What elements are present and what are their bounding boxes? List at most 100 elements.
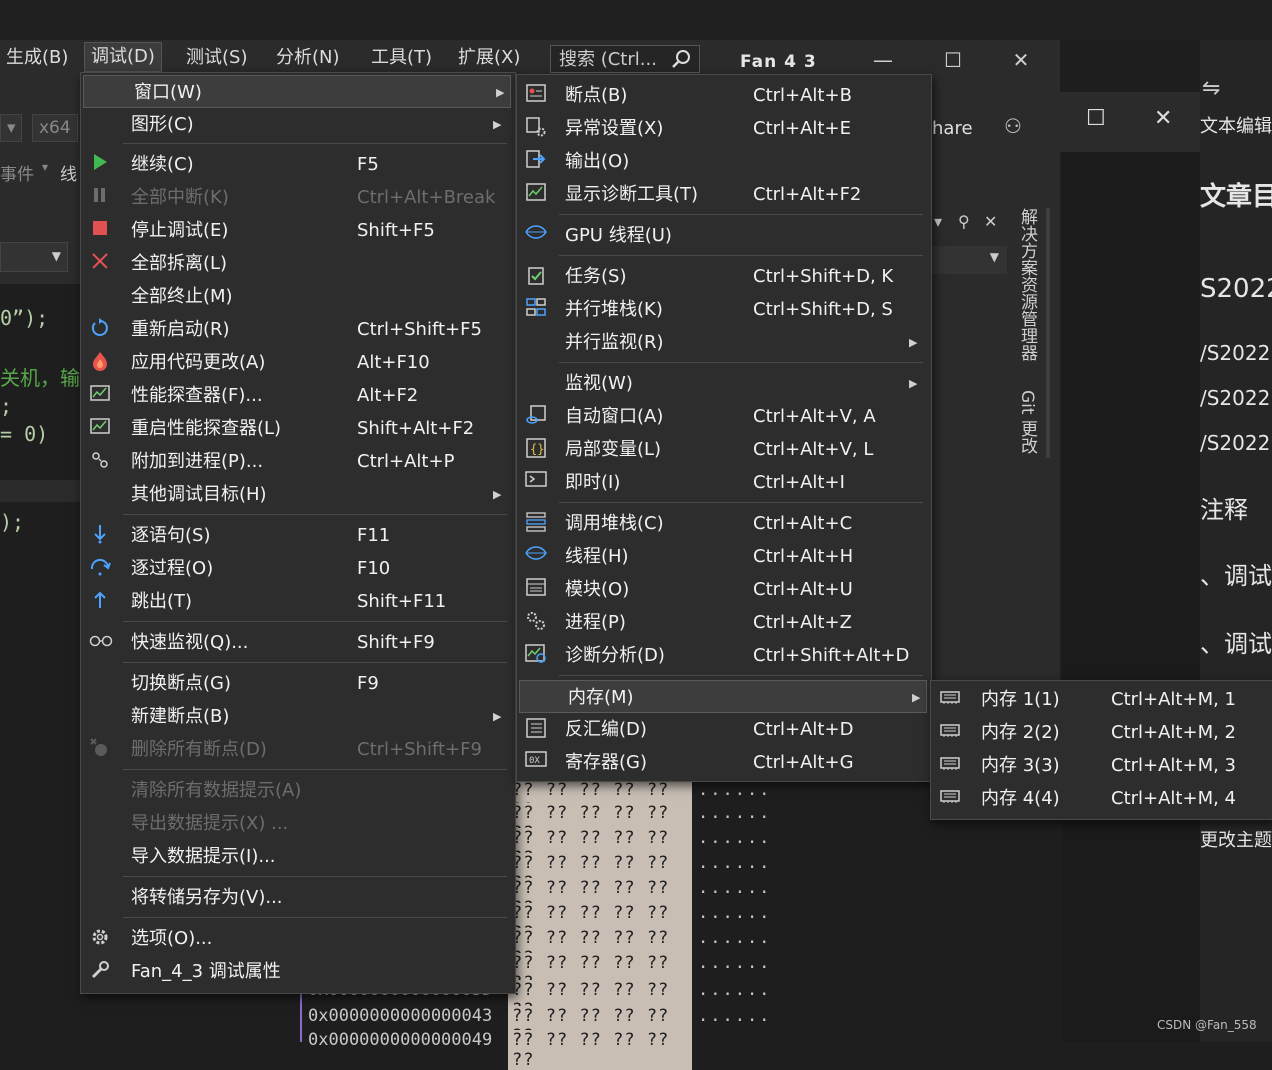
search-box[interactable]: 搜索 (Ctrl...	[550, 45, 700, 73]
memory-menu-item[interactable]: 内存 1(1) Ctrl+Alt+M, 1	[931, 683, 1271, 716]
window-menu-item[interactable]: {} 局部变量(L) Ctrl+Alt+V, L	[517, 433, 929, 466]
window-menu-item[interactable]: 模块(O) Ctrl+Alt+U	[517, 573, 929, 606]
window-menu-item[interactable]: 进程(P) Ctrl+Alt+Z	[517, 606, 929, 639]
window-menu-item[interactable]: 异常设置(X) Ctrl+Alt+E	[517, 112, 929, 145]
pin-icon[interactable]: ⚲	[958, 212, 970, 231]
debug-menu-item-shortcut: Shift+F9	[357, 632, 435, 653]
wrench-icon	[89, 960, 111, 982]
window-menu-item[interactable]: 内存(M) ▶	[519, 680, 927, 713]
debug-menu-item[interactable]: 新建断点(B) ▶	[81, 700, 513, 733]
debug-menu-item[interactable]: 附加到进程(P)... Ctrl+Alt+P	[81, 445, 513, 478]
menu-separator	[559, 362, 923, 363]
debug-menu-item-label: 窗口(W)	[134, 82, 202, 103]
tool-window-header: ▾ ⚲ ✕	[932, 212, 1012, 240]
window-menu-item[interactable]: 即时(I) Ctrl+Alt+I	[517, 466, 929, 499]
debug-menu-item: 导出数据提示(X) ...	[81, 807, 513, 840]
dropdown-arrow-icon[interactable]: ▾	[934, 212, 942, 231]
debug-menu-item[interactable]: 逐语句(S) F11	[81, 519, 513, 552]
debug-menu-item[interactable]: 全部终止(M)	[81, 280, 513, 313]
memory-menu-item-shortcut: Ctrl+Alt+M, 2	[1111, 722, 1236, 743]
menu-separator	[559, 255, 923, 256]
window-menu-item-label: 诊断分析(D)	[565, 645, 665, 666]
window-menu-item[interactable]: 反汇编(D) Ctrl+Alt+D	[517, 713, 929, 746]
window-menu-item[interactable]: 输出(O)	[517, 145, 929, 178]
tool-window-dropdown[interactable]: ▼	[932, 246, 1007, 274]
menu-tools[interactable]: 工具(T)	[365, 44, 438, 72]
swap-icon[interactable]: ⇋	[1202, 76, 1220, 101]
gpu-threads-icon	[525, 224, 547, 246]
modules-icon	[525, 578, 547, 600]
debug-menu-item[interactable]: 其他调试目标(H) ▶	[81, 478, 513, 511]
debug-menu-item[interactable]: Fan_4_3 调试属性	[81, 955, 513, 988]
platform-dropdown[interactable]: x64	[32, 114, 78, 142]
debug-menu-item[interactable]: 应用代码更改(A) Alt+F10	[81, 346, 513, 379]
window-menu-item[interactable]: 自动窗口(A) Ctrl+Alt+V, A	[517, 400, 929, 433]
feedback-icon[interactable]: ⚇	[1004, 114, 1022, 138]
maximize-icon[interactable]: ☐	[1086, 106, 1106, 131]
debug-menu-item[interactable]: 跳出(T) Shift+F11	[81, 585, 513, 618]
debug-menu-item[interactable]: 重启性能探查器(L) Shift+Alt+F2	[81, 412, 513, 445]
debug-menu-item-shortcut: Shift+F11	[357, 591, 447, 612]
window-menu-item[interactable]: 诊断分析(D) Ctrl+Shift+Alt+D	[517, 639, 929, 672]
window-menu-item[interactable]: 显示诊断工具(T) Ctrl+Alt+F2	[517, 178, 929, 211]
close-icon[interactable]: ✕	[1154, 106, 1172, 131]
debug-menu-item[interactable]: 导入数据提示(I)...	[81, 840, 513, 873]
menu-build[interactable]: 生成(B)	[0, 44, 74, 72]
close-icon[interactable]: ✕	[1006, 48, 1036, 72]
menu-debug[interactable]: 调试(D)	[84, 42, 162, 72]
code-editor[interactable]: 0”); 关机，输 ; = 0) );	[0, 284, 80, 1042]
share-label[interactable]: hare	[932, 118, 973, 139]
window-menu-item-shortcut: Ctrl+Alt+I	[753, 472, 845, 493]
debug-menu-item[interactable]: 停止调试(E) Shift+F5	[81, 214, 513, 247]
menu-analyze[interactable]: 分析(N)	[270, 44, 346, 72]
memory-ascii: ......	[698, 878, 772, 898]
window-menu-item[interactable]: 断点(B) Ctrl+Alt+B	[517, 79, 929, 112]
memory-row[interactable]: 0x0000000000000049 ?? ?? ?? ?? ?? ??	[302, 1030, 812, 1070]
submenu-arrow-icon: ▶	[912, 691, 921, 704]
debug-menu-item[interactable]: 选项(O)...	[81, 922, 513, 955]
debug-menu-item[interactable]: 切换断点(G) F9	[81, 667, 513, 700]
code-line: );	[0, 510, 25, 534]
window-menu-item[interactable]: 线程(H) Ctrl+Alt+H	[517, 540, 929, 573]
menu-separator	[559, 214, 923, 215]
debug-menu: 窗口(W) ▶ 图形(C) ▶ 继续(C) F5 全部中断(K) Ctrl+Alt+Break…	[80, 72, 516, 994]
side-tab-solution-explorer[interactable]: 解决方案资源管理器	[1017, 208, 1040, 361]
debug-menu-item[interactable]: 图形(C) ▶	[81, 108, 513, 141]
menu-extensions[interactable]: 扩展(X)	[452, 44, 526, 72]
side-tab-git-changes[interactable]: Git 更改	[1017, 390, 1040, 454]
debug-menu-item[interactable]: 全部拆离(L)	[81, 247, 513, 280]
article-toc-title: 文章目	[1200, 182, 1272, 212]
window-menu-item-label: 监视(W)	[565, 373, 633, 394]
window-menu-item-shortcut: Ctrl+Alt+F2	[753, 184, 862, 205]
window-menu-item[interactable]: 监视(W) ▶	[517, 367, 929, 400]
window-menu-item[interactable]: 并行堆栈(K) Ctrl+Shift+D, S	[517, 293, 929, 326]
diagnostic-analysis-icon	[525, 644, 547, 666]
maximize-icon[interactable]: ☐	[938, 48, 968, 72]
memory-menu-item[interactable]: 内存 2(2) Ctrl+Alt+M, 2	[931, 716, 1271, 749]
close-icon[interactable]: ✕	[984, 212, 997, 231]
debug-menu-item[interactable]: 逐过程(O) F10	[81, 552, 513, 585]
debug-menu-item[interactable]: 重新启动(R) Ctrl+Shift+F5	[81, 313, 513, 346]
memory-row[interactable]: 0x0000000000000043?? ?? ?? ?? ?? ??.....…	[302, 1006, 812, 1046]
play-icon	[89, 153, 111, 175]
submenu-arrow-icon: ▶	[909, 336, 918, 349]
window-menu-item[interactable]: 并行监视(R) ▶	[517, 326, 929, 359]
window-menu-item[interactable]: GPU 线程(U)	[517, 219, 929, 252]
debug-menu-item[interactable]: 性能探查器(F)... Alt+F2	[81, 379, 513, 412]
memory-menu-item[interactable]: 内存 4(4) Ctrl+Alt+M, 4	[931, 782, 1271, 815]
parallel-stacks-icon	[525, 298, 547, 320]
debug-menu-item[interactable]: 将转储另存为(V)...	[81, 881, 513, 914]
debug-menu-item[interactable]: 继续(C) F5	[81, 148, 513, 181]
minimize-icon[interactable]: —	[868, 48, 898, 72]
window-menu-item[interactable]: 调用堆栈(C) Ctrl+Alt+C	[517, 507, 929, 540]
debug-menu-item[interactable]: 窗口(W) ▶	[83, 75, 511, 108]
debug-menu-item[interactable]: 快速监视(Q)... Shift+F9	[81, 626, 513, 659]
memory-menu-item[interactable]: 内存 3(3) Ctrl+Alt+M, 3	[931, 749, 1271, 782]
window-menu-item[interactable]: 0X 寄存器(G) Ctrl+Alt+G	[517, 746, 929, 779]
menu-test[interactable]: 测试(S)	[180, 44, 253, 72]
dropdown[interactable]: ▾	[0, 114, 22, 142]
scope-dropdown[interactable]: ▼	[0, 242, 68, 272]
window-menu-item-label: 调用堆栈(C)	[565, 513, 664, 534]
window-menu-item[interactable]: 任务(S) Ctrl+Shift+D, K	[517, 260, 929, 293]
submenu-arrow-icon: ▶	[493, 118, 502, 131]
